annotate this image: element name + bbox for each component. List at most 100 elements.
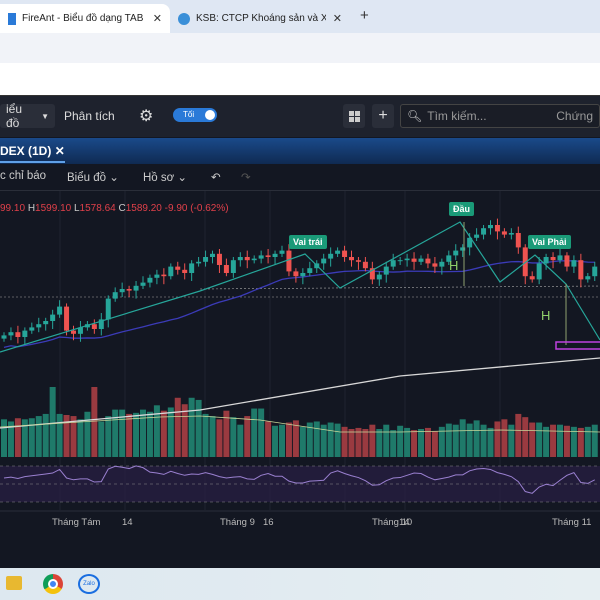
volume-bar <box>473 420 480 457</box>
volume-bar <box>536 422 543 457</box>
candle-body <box>244 257 250 261</box>
chart-toolbar: c chỉ báo Biểu đồ ⌄ Hồ sơ ⌄ ↶ ↷ <box>0 164 600 191</box>
browser-tab-strip: FireAnt - Biểu đồ dạng TAB ✕ KSB: CTCP Kh… <box>0 0 600 33</box>
ma-fast-line <box>3 260 595 349</box>
indicators-button[interactable]: c chỉ báo <box>0 170 46 182</box>
search-input[interactable]: 🔍︎ Tìm kiếm... Chứng <box>400 104 600 128</box>
candle-body <box>105 298 111 320</box>
x-tick-label: 14 <box>122 517 133 528</box>
candle-body <box>230 260 236 273</box>
candle-body <box>342 250 348 257</box>
candle-body <box>411 258 417 262</box>
candle-body <box>349 257 354 261</box>
theme-toggle[interactable]: Tối <box>173 108 217 122</box>
chart-menu-button[interactable]: iểu đồ ▼ <box>0 102 55 130</box>
candle-body <box>307 268 313 273</box>
candle-body <box>154 274 160 278</box>
redo-icon[interactable]: ↷ <box>241 170 251 184</box>
candle-body <box>293 271 299 277</box>
candle-body <box>564 255 570 267</box>
candle-body <box>286 250 292 272</box>
volume-bar <box>146 411 153 457</box>
candle-body <box>1 335 7 339</box>
candle-body <box>571 260 577 267</box>
chart-footer <box>0 540 600 568</box>
volume-bar <box>133 412 140 457</box>
volume-bar <box>445 423 452 457</box>
candle-body <box>210 253 215 257</box>
undo-icon[interactable]: ↶ <box>211 170 221 184</box>
candle-body <box>223 265 229 273</box>
volume-bar <box>411 430 418 457</box>
volume-bar <box>501 419 508 457</box>
chart-tab-vnindex[interactable]: DEX (1D) ✕ <box>0 144 65 163</box>
height-label: H <box>449 258 459 273</box>
add-icon[interactable]: + <box>372 104 394 128</box>
gear-icon[interactable]: ⚙ <box>133 104 159 128</box>
app-toolbar: iểu đồ ▼ Phân tích ⚙ Tối + 🔍︎ Tìm kiếm... C… <box>0 95 600 137</box>
address-bar[interactable] <box>0 33 600 63</box>
candle-body <box>557 255 563 261</box>
browser-tab-fireant[interactable]: FireAnt - Biểu đồ dạng TAB ✕ <box>0 4 170 33</box>
volume-bar <box>56 413 63 457</box>
volume-bar <box>216 419 223 457</box>
volume-bar <box>77 419 84 457</box>
candle-body <box>390 260 396 267</box>
close-tab-icon[interactable]: ✕ <box>153 12 162 25</box>
fireant-favicon-icon <box>8 12 16 25</box>
candle-body <box>29 327 35 331</box>
profile-button[interactable]: Hồ sơ ⌄ <box>143 170 187 184</box>
taskbar: Zalo <box>0 568 600 600</box>
candle-body <box>140 282 146 286</box>
candle-body <box>251 258 257 261</box>
volume-bar <box>376 429 383 457</box>
candle-body <box>481 228 487 235</box>
candle-body <box>216 253 222 265</box>
volume-bar <box>550 424 557 457</box>
x-tick-label: Tháng 11 <box>552 517 592 528</box>
volume-bar <box>42 413 49 457</box>
candle-body <box>272 253 278 257</box>
volume-bar <box>140 409 146 457</box>
volume-bar <box>390 430 397 457</box>
volume-bar <box>237 424 244 457</box>
securities-filter[interactable]: Chứng <box>556 109 593 123</box>
file-explorer-icon[interactable] <box>6 576 22 590</box>
candle-body <box>133 285 139 291</box>
chart-type-button[interactable]: Biểu đồ ⌄ <box>67 170 119 184</box>
volume-bar <box>362 429 369 457</box>
candle-body <box>335 250 341 254</box>
browser-tab-ksb[interactable]: KSB: CTCP Khoáng sản và Xây d ✕ <box>170 4 350 33</box>
close-tab-icon[interactable]: ✕ <box>333 12 342 25</box>
volume-bar <box>494 421 501 457</box>
volume-bar <box>35 416 42 457</box>
head-label: Đầu <box>449 202 475 216</box>
candle-body <box>147 277 153 283</box>
candle-body <box>494 225 500 232</box>
candle-body <box>15 332 21 337</box>
volume-bar <box>14 418 21 457</box>
new-tab-button[interactable]: + <box>360 7 369 24</box>
close-chart-tab-icon[interactable]: ✕ <box>55 144 65 158</box>
tab-title: KSB: CTCP Khoáng sản và Xây d <box>196 13 326 24</box>
height-label: H <box>541 308 551 323</box>
candle-body <box>8 332 14 336</box>
candle-body <box>474 234 480 238</box>
candle-body <box>196 261 202 264</box>
layout-grid-icon[interactable] <box>343 104 365 128</box>
volume-bar <box>28 418 35 457</box>
zalo-icon[interactable]: Zalo <box>78 574 100 594</box>
volume-bar <box>348 429 355 457</box>
candle-body <box>119 289 125 293</box>
search-icon: 🔍︎ <box>407 109 423 123</box>
candle-body <box>488 225 493 229</box>
candle-body <box>258 255 264 259</box>
candle-body <box>578 260 584 280</box>
candle-body <box>126 289 132 291</box>
left-shoulder-label: Vai trái <box>289 235 327 249</box>
candle-body <box>64 306 70 331</box>
candle-body <box>592 266 598 277</box>
chrome-icon[interactable] <box>43 574 63 594</box>
analysis-button[interactable]: Phân tích <box>58 104 121 128</box>
chart-tab-bar: DEX (1D) ✕ <box>0 138 600 164</box>
